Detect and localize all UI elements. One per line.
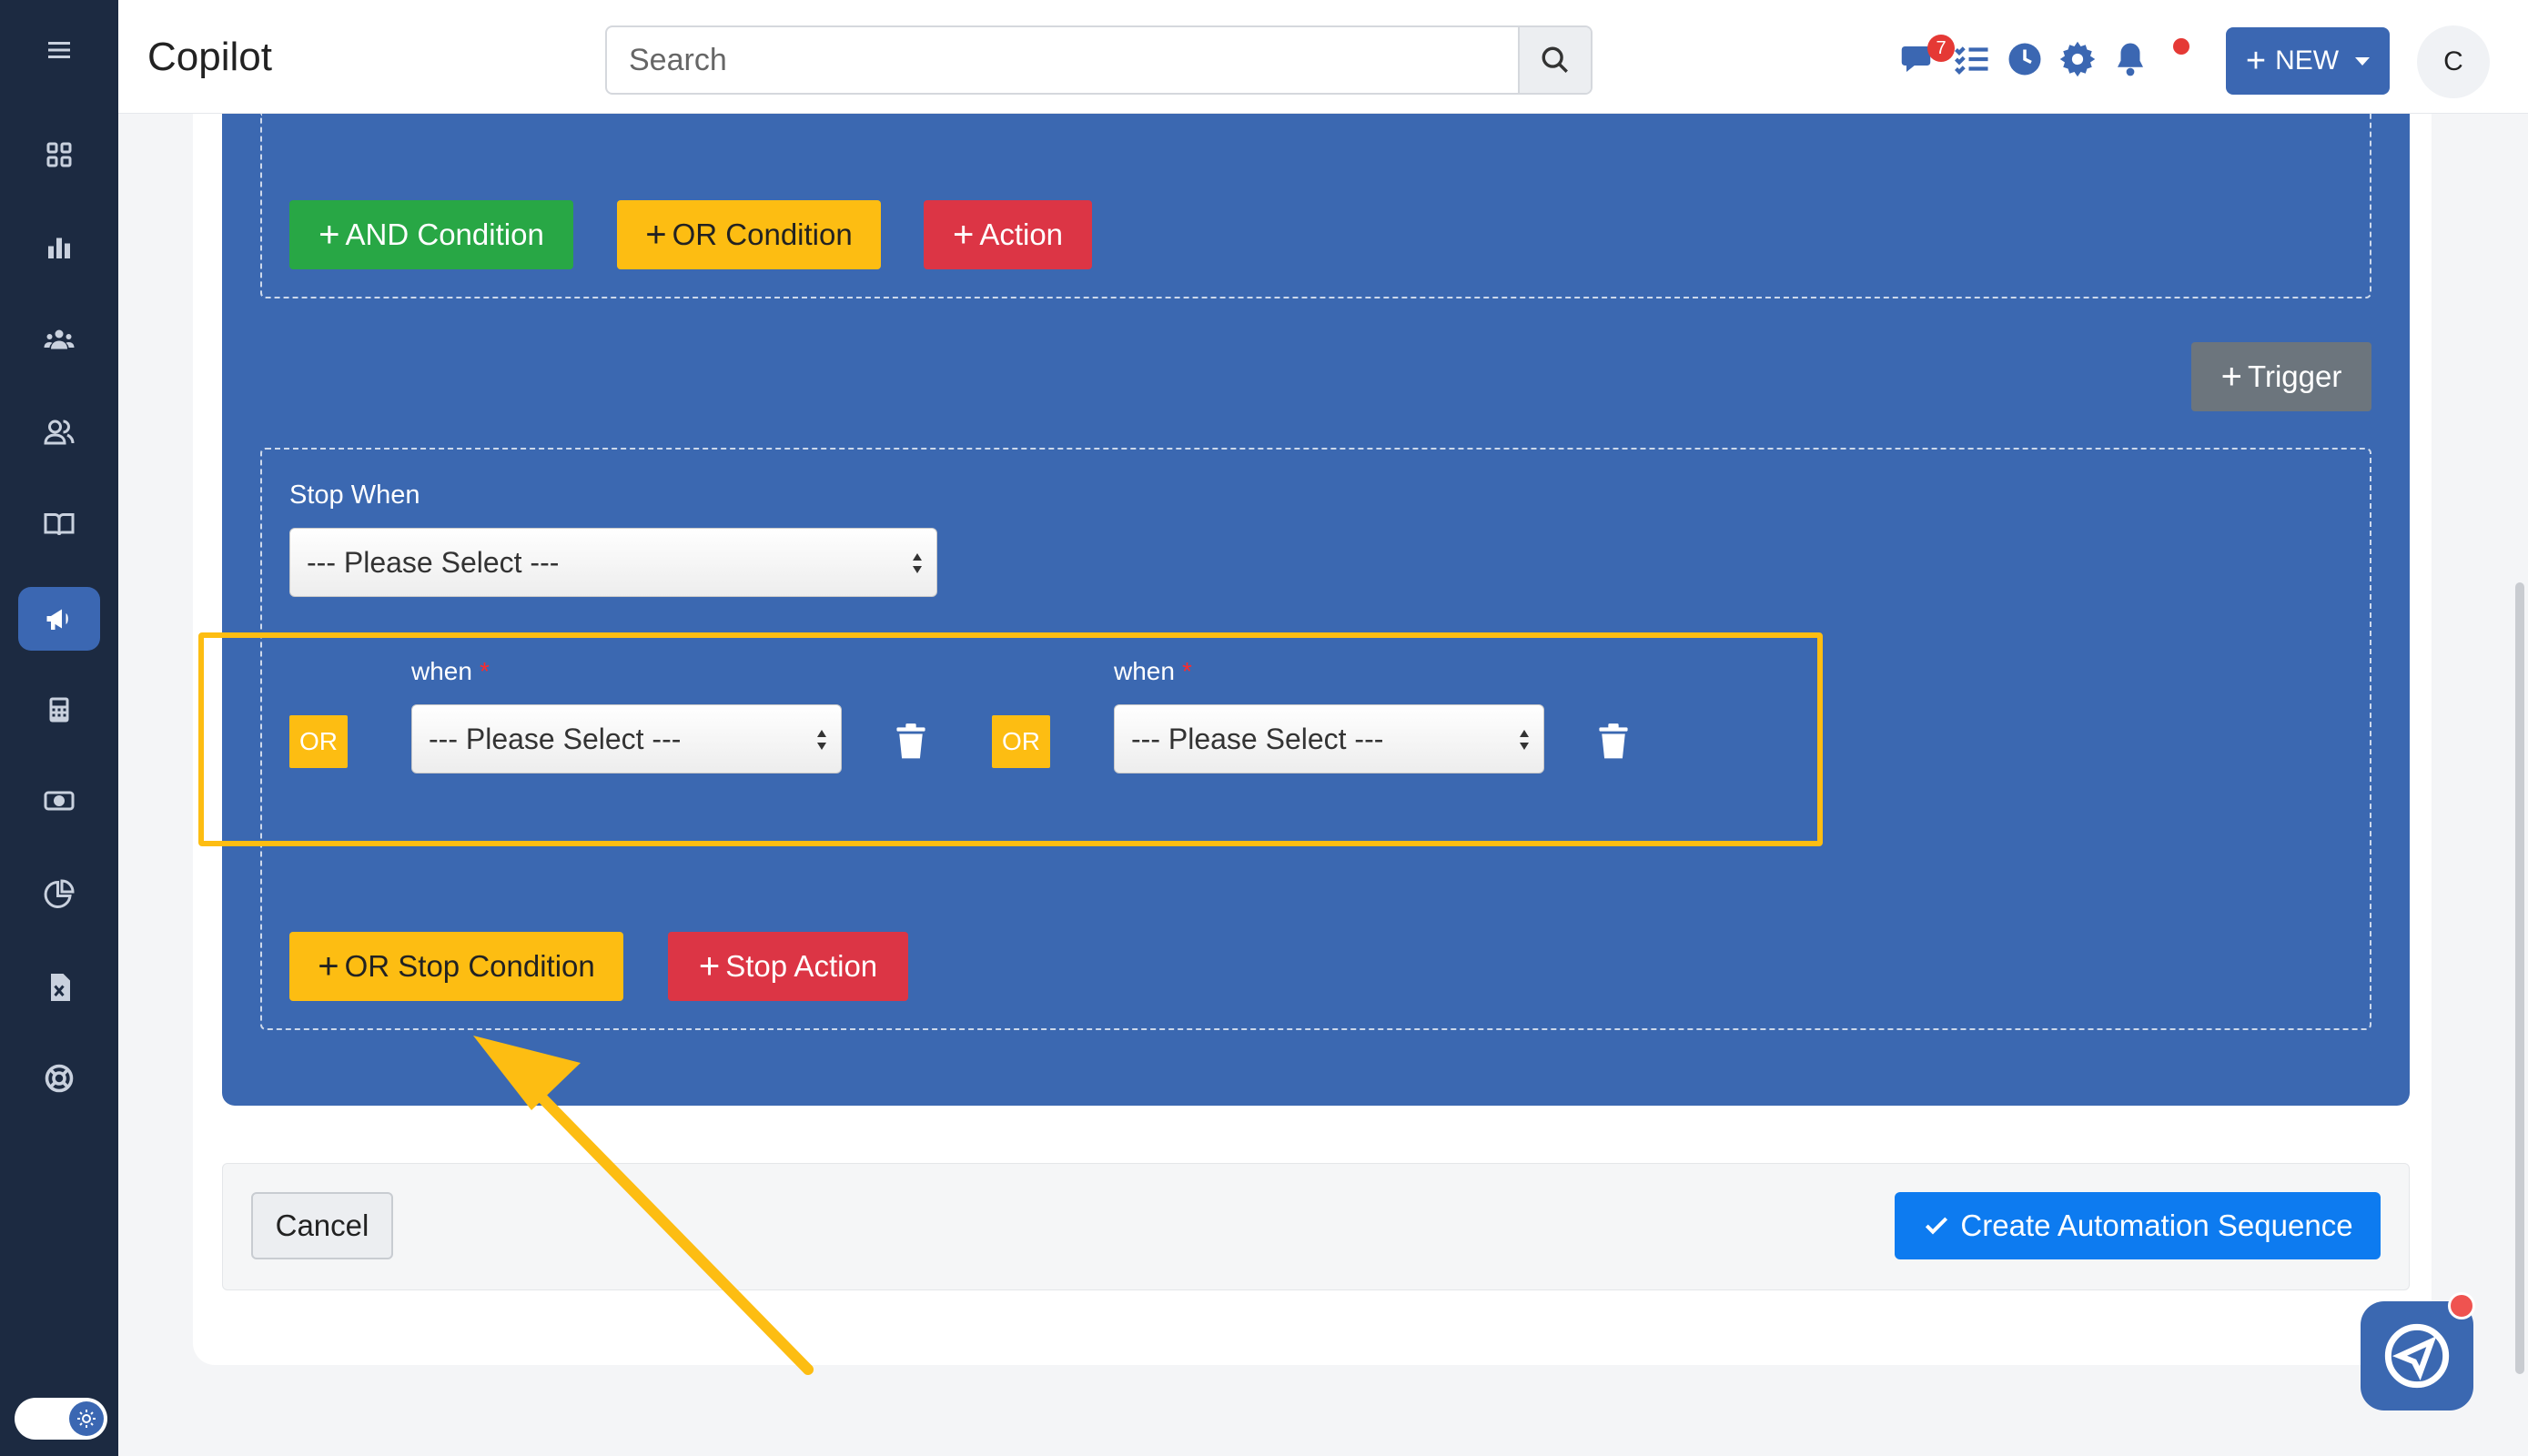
stop-action-label: Stop Action: [725, 949, 878, 983]
or-stop-condition-label: OR Stop Condition: [344, 949, 595, 983]
required-mark: *: [1181, 657, 1192, 685]
or-condition-label: OR Condition: [672, 217, 853, 251]
select-arrows-icon: [1520, 730, 1529, 750]
when-select-2-value: --- Please Select ---: [1131, 722, 1384, 755]
scrollbar[interactable]: [2515, 582, 2524, 1374]
dashboard-icon[interactable]: [18, 123, 100, 187]
or-badge-2: OR: [992, 715, 1050, 768]
app-title: Copilot: [147, 35, 272, 79]
when-label-1-text: when: [411, 657, 472, 685]
menu-icon[interactable]: [18, 18, 100, 82]
excel-icon[interactable]: [18, 956, 100, 1019]
book-icon[interactable]: [18, 492, 100, 556]
select-arrows-icon: [913, 553, 922, 573]
when-label-2-text: when: [1114, 657, 1175, 685]
gear-icon[interactable]: [2058, 40, 2097, 78]
top-header: Copilot 7 + NEW C: [118, 0, 2528, 114]
team-icon[interactable]: [18, 308, 100, 371]
when-select-1-value: --- Please Select ---: [429, 722, 682, 755]
users-icon[interactable]: [18, 400, 100, 464]
stop-when-select[interactable]: --- Please Select ---: [289, 528, 937, 597]
and-condition-label: AND Condition: [345, 217, 544, 251]
add-trigger-button[interactable]: + Trigger: [2191, 342, 2371, 411]
trash-icon[interactable]: [1598, 723, 1629, 760]
add-or-condition-button[interactable]: + OR Condition: [617, 200, 881, 269]
stop-when-label: Stop When: [289, 480, 420, 510]
create-automation-label: Create Automation Sequence: [1960, 1208, 2353, 1242]
stop-when-value: --- Please Select ---: [307, 545, 560, 579]
create-automation-button[interactable]: Create Automation Sequence: [1895, 1192, 2381, 1259]
pie-icon[interactable]: [18, 863, 100, 926]
add-action-button[interactable]: + Action: [924, 200, 1092, 269]
chat-widget-dot: [2448, 1292, 2475, 1320]
when-select-1[interactable]: --- Please Select ---: [411, 704, 842, 774]
search-input[interactable]: [607, 27, 1481, 93]
search-box: [605, 25, 1593, 95]
add-or-stop-condition-button[interactable]: + OR Stop Condition: [289, 932, 623, 1001]
trash-icon[interactable]: [895, 723, 926, 760]
calculator-icon[interactable]: [18, 678, 100, 742]
sidebar: [0, 0, 118, 1456]
add-stop-action-button[interactable]: + Stop Action: [668, 932, 908, 1001]
chart-icon[interactable]: [18, 216, 100, 279]
send-icon: [2384, 1323, 2450, 1389]
bell-dot: [2173, 38, 2189, 55]
cancel-button[interactable]: Cancel: [251, 1192, 393, 1259]
when-label-1: when *: [411, 657, 490, 686]
when-label-2: when *: [1114, 657, 1192, 686]
search-icon: [1542, 46, 1568, 73]
new-button-label: NEW: [2275, 46, 2340, 76]
select-arrows-icon: [817, 730, 826, 750]
new-button[interactable]: + NEW: [2226, 27, 2390, 95]
required-mark: *: [479, 657, 490, 685]
conditions-box: [260, 114, 2371, 298]
tasks-icon[interactable]: [1953, 40, 1991, 78]
check-icon: [1926, 1217, 1948, 1235]
clock-icon[interactable]: [2006, 40, 2044, 78]
or-badge-1: OR: [289, 715, 348, 768]
avatar[interactable]: C: [2417, 25, 2490, 98]
add-and-condition-button[interactable]: + AND Condition: [289, 200, 573, 269]
money-icon[interactable]: [18, 769, 100, 833]
search-button[interactable]: [1518, 27, 1591, 93]
megaphone-icon[interactable]: [18, 587, 100, 651]
caret-down-icon: [2355, 56, 2371, 66]
bell-icon[interactable]: [2111, 40, 2149, 78]
trigger-label: Trigger: [2248, 359, 2342, 393]
support-icon[interactable]: [18, 1046, 100, 1110]
when-select-2[interactable]: --- Please Select ---: [1114, 704, 1544, 774]
action-label: Action: [979, 217, 1064, 251]
sun-icon: [69, 1401, 104, 1436]
theme-toggle[interactable]: [15, 1398, 107, 1440]
chat-badge: 7: [1927, 35, 1955, 62]
